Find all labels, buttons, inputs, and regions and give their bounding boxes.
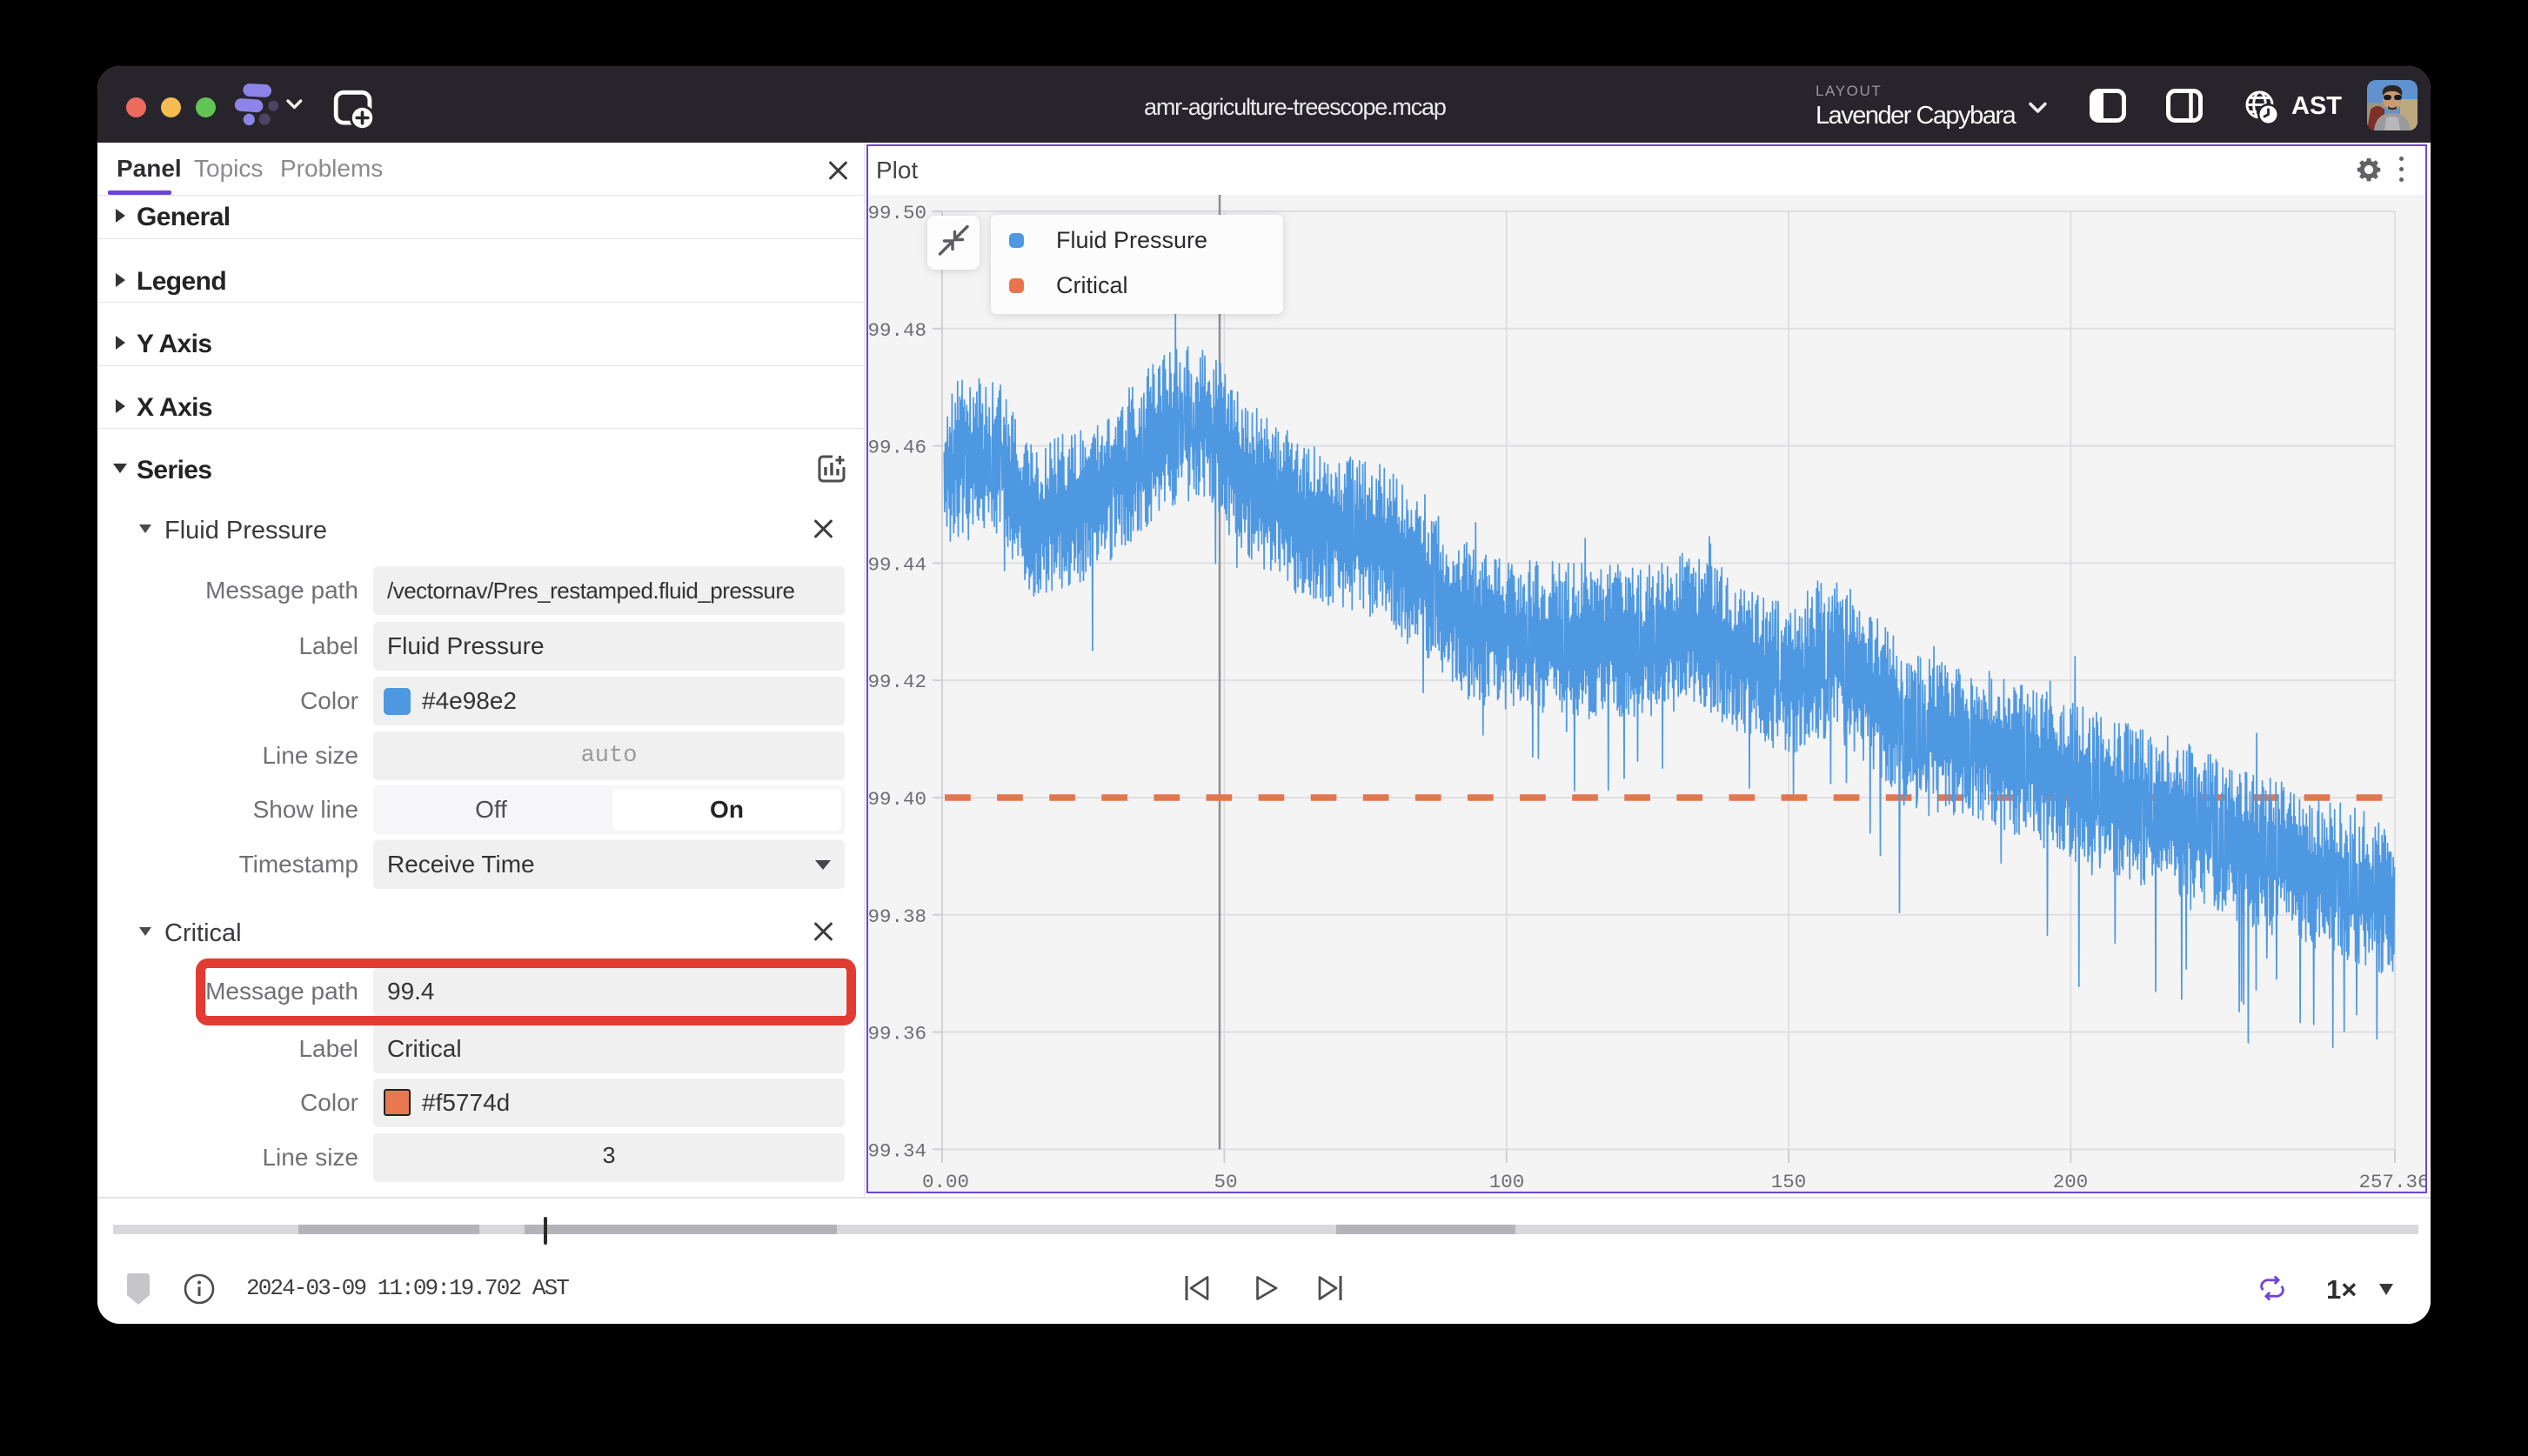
- svg-text:150: 150: [1771, 1171, 1807, 1192]
- svg-text:200: 200: [2053, 1171, 2089, 1192]
- svg-text:99.34: 99.34: [868, 1139, 926, 1162]
- svg-text:99.44: 99.44: [868, 553, 926, 576]
- svg-text:Fluid Pressure: Fluid Pressure: [1056, 227, 1207, 253]
- svg-text:99.42: 99.42: [868, 671, 926, 693]
- svg-text:99.46: 99.46: [868, 437, 926, 459]
- svg-text:99.38: 99.38: [868, 905, 926, 928]
- svg-text:257.36: 257.36: [2358, 1171, 2425, 1192]
- svg-text:99.50: 99.50: [868, 202, 926, 224]
- svg-text:100: 100: [1489, 1171, 1525, 1192]
- svg-text:99.48: 99.48: [868, 319, 926, 342]
- svg-text:99.40: 99.40: [868, 788, 926, 811]
- svg-text:99.36: 99.36: [868, 1023, 926, 1045]
- svg-text:Critical: Critical: [1056, 272, 1128, 298]
- svg-text:0.00: 0.00: [922, 1171, 969, 1192]
- svg-text:50: 50: [1214, 1171, 1237, 1192]
